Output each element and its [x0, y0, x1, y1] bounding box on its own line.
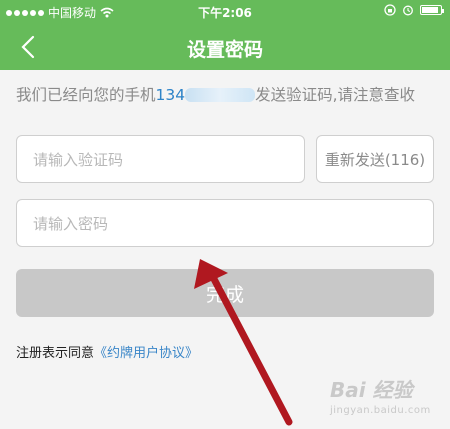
battery-level — [422, 7, 439, 13]
done-button[interactable]: 完成 — [16, 269, 434, 317]
watermark-site: jingyan.baidu.com — [330, 405, 431, 416]
agreement-prefix: 注册表示同意 — [16, 346, 95, 361]
watermark-brand: Bai 经验 — [330, 378, 413, 402]
verification-code-input[interactable]: 请输入验证码 — [16, 135, 305, 183]
phone-prefix: 134 — [155, 86, 186, 104]
page-title: 设置密码 — [186, 39, 263, 61]
verification-code-placeholder: 请输入验证码 — [33, 150, 124, 169]
battery-icon — [420, 5, 444, 15]
resend-code-button[interactable]: 重新发送(116) — [316, 135, 434, 183]
sms-notice: 我们已经向您的手机134 发送验证码,请注意查收 — [16, 84, 436, 106]
notice-text-before: 我们已经向您的手机 — [16, 86, 156, 104]
agreement-notice: 注册表示同意《约牌用户协议》 — [16, 342, 198, 361]
notice-text-after: 发送验证码,请注意查收 — [255, 86, 416, 104]
phone-number: 134 — [156, 86, 256, 104]
status-bar: 中国移动 下午2:06 — [0, 0, 450, 24]
user-agreement-link[interactable]: 《约牌用户协议》 — [94, 346, 198, 361]
baidu-jingyan-watermark: Bai 经验 jingyan.baidu.com — [330, 374, 431, 416]
password-placeholder: 请输入密码 — [33, 214, 109, 233]
status-right — [384, 4, 444, 16]
nav-bar: 设置密码 — [0, 24, 450, 70]
alarm-icon — [403, 5, 413, 16]
phone-redaction — [185, 88, 256, 102]
password-input[interactable]: 请输入密码 — [16, 199, 434, 247]
status-time: 下午2:06 — [198, 6, 252, 20]
orientation-lock-icon — [384, 4, 396, 16]
